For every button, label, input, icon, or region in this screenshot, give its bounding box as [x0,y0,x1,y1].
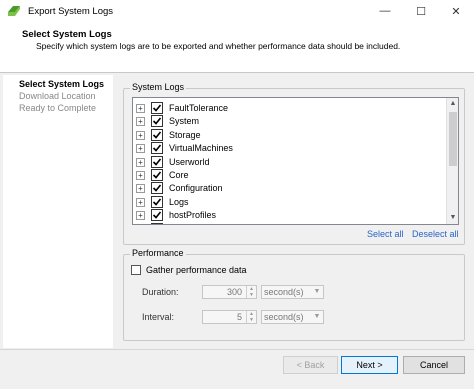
chevron-down-icon: ▼ [313,288,321,295]
duration-stepper[interactable]: 300 ▲ ▼ [202,285,257,299]
chevron-down-icon: ▼ [313,313,321,320]
checkmark-icon [152,104,162,112]
checkmark-icon [152,171,162,179]
performance-group: Performance Gather performance data Dura… [123,248,465,341]
tree-row[interactable]: + hostProfiles [133,209,433,222]
expand-plus-icon[interactable]: + [136,171,145,180]
tree-row[interactable]: +FileSystem [133,222,433,225]
window-title: Export System Logs [28,5,114,17]
log-checkbox[interactable] [151,128,163,141]
expand-plus-icon[interactable]: + [136,130,145,140]
log-label: System [169,116,200,127]
expand-plus-icon[interactable]: + [136,211,145,221]
tree-scrollbar[interactable]: ▲ ▼ [446,98,458,224]
interval-value: 5 [236,312,242,322]
checkmark-icon [152,224,162,225]
system-logs-group: System Logs + FaultTolerance + System + Stora… [123,82,465,245]
expand-plus-icon[interactable]: + [136,144,145,154]
log-label: Configuration [169,183,223,194]
checkmark-icon [152,184,162,193]
log-checkbox[interactable] [151,195,163,208]
step-download-location: Download Location [19,91,96,101]
checkmark-icon [152,144,162,152]
system-logs-tree[interactable]: + FaultTolerance + System + Storage + VirtualMa… [132,97,459,225]
next-button[interactable]: Next > [341,356,398,374]
tree-row[interactable]: + System [133,115,433,128]
log-checkbox[interactable] [151,169,163,181]
checkmark-icon [152,131,162,139]
page-description: Specify which system logs are to be expo… [36,41,401,51]
wizard-header: Select System Logs Specify which system … [0,22,474,73]
tree-row[interactable]: + Logs [133,195,433,209]
checkmark-icon [152,211,162,219]
close-button[interactable]: ✕ [438,0,474,22]
duration-label: Duration: [142,287,179,297]
checkmark-icon [152,117,162,126]
cancel-button[interactable]: Cancel [403,356,465,374]
log-label: Userworld [169,156,210,167]
checkmark-icon [152,158,162,166]
log-label: VirtualMachines [169,143,233,154]
log-checkbox[interactable] [151,102,163,114]
step-select-system-logs[interactable]: Select System Logs [19,79,104,89]
deselect-all-link[interactable]: Deselect all [412,229,459,239]
tree-row[interactable]: + Core [133,169,433,182]
minimize-button[interactable]: — [367,0,403,22]
interval-unit-select[interactable]: second(s) ▼ [261,310,324,324]
gather-performance-checkbox[interactable] [131,265,141,275]
back-button[interactable]: < Back [283,356,338,374]
log-label: hostProfiles [169,210,217,221]
tree-row[interactable]: + Configuration [133,182,433,195]
log-checkbox[interactable] [151,115,163,128]
expand-plus-icon[interactable]: + [136,184,145,194]
step-ready-to-complete: Ready to Complete [19,103,97,113]
log-label: Logs [169,196,189,207]
checkmark-icon [152,198,162,206]
footer-divider [0,349,474,350]
tree-row[interactable]: + Userworld [133,155,433,169]
log-label: FaultTolerance [169,103,229,113]
select-all-link[interactable]: Select all [367,229,404,239]
interval-stepper[interactable]: 5 ▲ ▼ [202,310,257,324]
log-checkbox[interactable] [151,209,163,222]
expand-plus-icon[interactable]: + [136,117,145,127]
system-logs-group-label: System Logs [130,82,187,92]
duration-value: 300 [226,287,242,297]
gather-performance-label: Gather performance data [146,265,247,275]
maximize-button[interactable]: ☐ [403,0,439,22]
tree-row[interactable]: + VirtualMachines [133,142,433,155]
expand-plus-icon[interactable]: + [136,157,145,167]
log-checkbox[interactable] [151,222,163,225]
performance-group-label: Performance [130,248,186,258]
log-label: FileSystem [169,223,214,225]
log-checkbox[interactable] [151,142,163,155]
vsphere-app-icon [8,6,20,16]
duration-spin-icon[interactable]: ▲ ▼ [246,286,256,298]
log-label: Storage [169,129,201,140]
page-title: Select System Logs [22,29,112,40]
interval-label: Interval: [142,312,175,322]
interval-spin-icon[interactable]: ▲ ▼ [246,311,256,323]
tree-row[interactable]: + FaultTolerance [133,102,433,115]
scroll-down-arrow-icon[interactable]: ▼ [447,212,458,224]
log-label: Core [169,170,189,180]
log-checkbox[interactable] [151,182,163,195]
scroll-thumb[interactable] [449,112,457,166]
expand-plus-icon[interactable]: + [136,104,145,113]
scroll-up-arrow-icon[interactable]: ▲ [447,98,458,110]
log-checkbox[interactable] [151,155,163,168]
duration-unit-select[interactable]: second(s) ▼ [261,285,324,299]
expand-plus-icon[interactable]: + [136,197,145,207]
interval-unit-value: second(s) [264,312,304,322]
tree-row[interactable]: + Storage [133,128,433,142]
wizard-steps-nav: Select System Logs Download Location Rea… [3,75,113,348]
duration-unit-value: second(s) [264,287,304,297]
